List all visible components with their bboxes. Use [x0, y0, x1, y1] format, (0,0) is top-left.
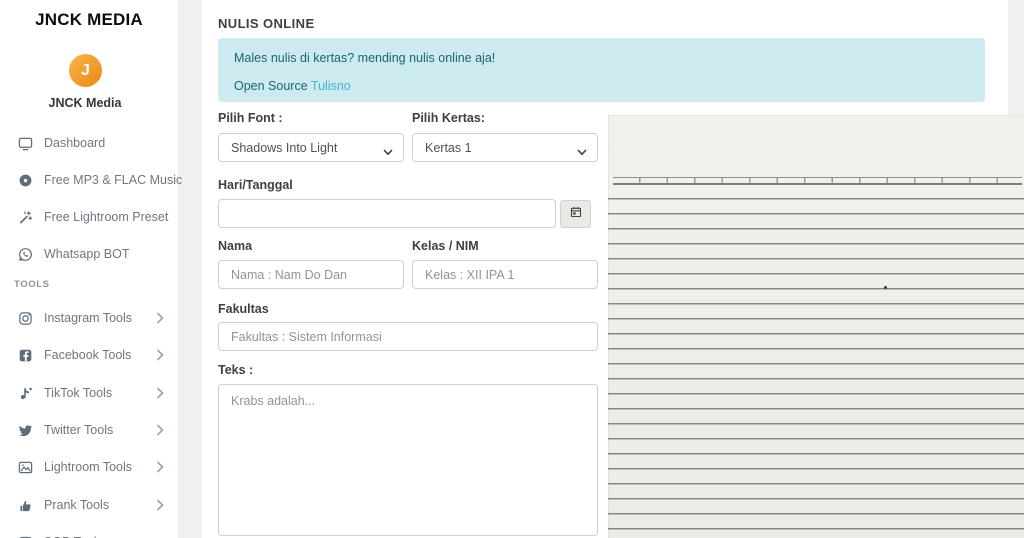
paper-select[interactable]: Kertas 1 [412, 133, 598, 162]
chevron-right-icon [156, 386, 164, 404]
brand-logo[interactable]: J [69, 54, 102, 87]
text-label: Teks : [218, 363, 253, 377]
chevron-right-icon [156, 348, 164, 366]
page-background-gap [1008, 0, 1024, 118]
page-title: NULIS ONLINE [218, 16, 315, 31]
tiktok-icon [18, 386, 33, 401]
faculty-input[interactable] [218, 322, 598, 351]
whatsapp-icon [18, 247, 33, 262]
paper-select-label: Pilih Kertas: [412, 111, 485, 125]
sidebar: JNCK MEDIA J JNCK Media Dashboard Free M… [0, 0, 178, 538]
sidebar-section-tools: TOOLS [14, 279, 50, 290]
paper-ruled-lines [608, 198, 1024, 538]
hand-icon [18, 498, 33, 513]
magic-wand-icon [18, 210, 33, 225]
date-input[interactable] [218, 199, 556, 228]
chevron-down-icon [383, 145, 393, 159]
text-area[interactable] [218, 384, 598, 536]
sidebar-item-tiktok-tools[interactable]: TikTok Tools [0, 382, 178, 404]
date-picker-button[interactable] [560, 200, 591, 228]
sidebar-item-label: TikTok Tools [44, 386, 112, 400]
sidebar-item-instagram-tools[interactable]: Instagram Tools [0, 307, 178, 329]
font-select[interactable]: Shadows Into Light [218, 133, 404, 162]
sidebar-item-twitter-tools[interactable]: Twitter Tools [0, 419, 178, 441]
date-label: Hari/Tanggal [218, 178, 293, 192]
font-select-label: Pilih Font : [218, 111, 283, 125]
sidebar-item-whatsapp-bot[interactable]: Whatsapp BOT [0, 243, 178, 265]
sidebar-item-label: Prank Tools [44, 498, 109, 512]
name-label: Nama [218, 239, 252, 253]
sgb-icon [18, 535, 33, 538]
faculty-label: Fakultas [218, 302, 269, 316]
sidebar-item-label: Instagram Tools [44, 311, 132, 325]
sidebar-item-dashboard[interactable]: Dashboard [0, 132, 178, 154]
chevron-down-icon [577, 145, 587, 159]
calendar-icon [570, 205, 582, 223]
name-input[interactable] [218, 260, 404, 289]
music-disc-icon [18, 173, 33, 188]
chevron-right-icon [156, 423, 164, 441]
chevron-right-icon [156, 460, 164, 478]
brand-name: JNCK Media [0, 96, 170, 110]
logo-letter: J [81, 62, 90, 80]
dashboard-icon [18, 136, 33, 151]
class-input[interactable] [412, 260, 598, 289]
brand-title: JNCK MEDIA [0, 10, 178, 30]
chevron-right-icon [156, 498, 164, 516]
sidebar-item-label: Free Lightroom Preset [44, 210, 168, 224]
sidebar-item-free-lightroom-preset[interactable]: Free Lightroom Preset [0, 206, 178, 228]
sidebar-item-label: Free MP3 & FLAC Music [44, 173, 182, 187]
paper-header-rule [613, 177, 1022, 185]
info-alert: Males nulis di kertas? mending nulis onl… [218, 38, 985, 102]
facebook-icon [18, 348, 33, 363]
tulisno-link[interactable]: Tulisno [311, 79, 351, 93]
sidebar-item-prank-tools[interactable]: Prank Tools [0, 494, 178, 516]
sidebar-item-label: Lightroom Tools [44, 460, 132, 474]
paper-preview [608, 115, 1024, 538]
instagram-icon [18, 311, 33, 326]
class-label: Kelas / NIM [412, 239, 479, 253]
lightroom-icon [18, 460, 33, 475]
alert-line2: Open Source Tulisno [234, 79, 969, 93]
sidebar-item-label: Whatsapp BOT [44, 247, 129, 261]
sidebar-item-free-mp3-flac-music[interactable]: Free MP3 & FLAC Music [0, 169, 178, 191]
page: JNCK MEDIA J JNCK Media Dashboard Free M… [0, 0, 1024, 538]
alert-line1: Males nulis di kertas? mending nulis onl… [234, 51, 969, 65]
chevron-right-icon [156, 311, 164, 329]
sidebar-item-label: Dashboard [44, 136, 105, 150]
sidebar-item-lightroom-tools[interactable]: Lightroom Tools [0, 456, 178, 478]
sidebar-item-label: Facebook Tools [44, 348, 131, 362]
paper-select-value: Kertas 1 [425, 141, 472, 155]
sidebar-item-label: Twitter Tools [44, 423, 113, 437]
alert-line2-prefix: Open Source [234, 79, 311, 93]
paper-ink-speck [884, 286, 887, 289]
twitter-icon [18, 423, 33, 438]
sidebar-item-facebook-tools[interactable]: Facebook Tools [0, 344, 178, 366]
sidebar-item-sgb-tool[interactable]: SGB Tool [0, 531, 178, 538]
font-select-value: Shadows Into Light [231, 141, 337, 155]
